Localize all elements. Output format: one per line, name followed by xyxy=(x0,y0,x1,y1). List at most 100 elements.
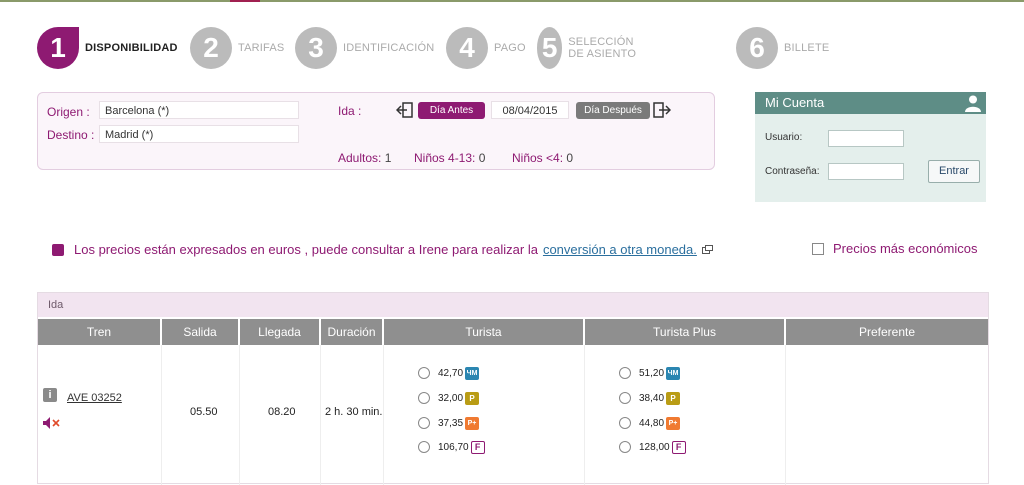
column-header-turista: Turista xyxy=(384,319,583,345)
username-label: Usuario: xyxy=(765,132,803,143)
column-divider xyxy=(383,345,384,485)
fare-price: 128,00 xyxy=(639,441,670,453)
fare-radio[interactable] xyxy=(619,441,631,453)
fare-radio[interactable] xyxy=(418,417,430,429)
step-identificacion: 3 IDENTIFICACIÓN xyxy=(295,27,434,69)
login-button[interactable]: Entrar xyxy=(928,160,980,183)
currency-info-text: Los precios están expresados en euros , … xyxy=(74,242,538,257)
arrival-time: 08.20 xyxy=(268,406,296,418)
prev-day-button[interactable]: Día Antes xyxy=(418,102,485,119)
step-billete: 6 BILLETE xyxy=(736,27,829,69)
column-divider xyxy=(320,345,321,485)
account-header: Mi Cuenta xyxy=(755,92,986,114)
step-number: 5 xyxy=(537,27,563,69)
step-number: 2 xyxy=(190,27,232,69)
step-number: 3 xyxy=(295,27,337,69)
step-label: TARIFAS xyxy=(238,42,285,54)
step-label: PAGO xyxy=(494,42,526,54)
fare-price: 44,80 xyxy=(639,417,665,429)
destination-label: Destino : xyxy=(47,128,95,142)
column-divider xyxy=(239,345,240,485)
mute-icon xyxy=(43,417,60,429)
column-header-preferente: Preferente xyxy=(786,319,988,345)
column-divider xyxy=(584,345,585,485)
adults-count: Adultos: 1 xyxy=(338,151,391,165)
fare-radio[interactable] xyxy=(619,392,631,404)
fare-radio[interactable] xyxy=(418,441,430,453)
kids-value: 0 xyxy=(478,151,486,165)
fare-price: 106,70 xyxy=(438,441,469,453)
fare-badge-icon: ЧМ xyxy=(666,366,681,380)
info-bullet-icon xyxy=(52,243,64,256)
step-label: SELECCIÓN DE ASIENTO xyxy=(568,36,637,60)
username-input[interactable] xyxy=(828,130,904,147)
adults-value: 1 xyxy=(384,151,392,165)
fare-badge-icon: ЧМ xyxy=(465,366,480,380)
currency-info: Los precios están expresados en euros , … xyxy=(52,242,713,257)
step-number: 1 xyxy=(37,27,79,69)
ida-label: Ida : xyxy=(338,104,362,118)
train-link[interactable]: AVE 03252 xyxy=(67,392,122,404)
infants-value: 0 xyxy=(566,151,574,165)
origin-label: Origen : xyxy=(47,105,90,119)
column-header-llegada: Llegada xyxy=(240,319,319,345)
infants-label: Niños <4: xyxy=(512,151,564,165)
step-tarifas: 2 TARIFAS xyxy=(190,27,284,69)
cheapest-checkbox[interactable] xyxy=(812,242,824,255)
fare-option[interactable]: 32,00 P xyxy=(418,390,480,406)
fare-option[interactable]: 37,35 P+ xyxy=(418,415,480,431)
column-header-turista-plus: Turista Plus xyxy=(585,319,784,345)
fare-option[interactable]: 38,40 P xyxy=(619,390,681,406)
fare-price: 37,35 xyxy=(438,417,464,429)
user-icon xyxy=(965,95,981,112)
account-title: Mi Cuenta xyxy=(765,95,825,110)
fare-option[interactable]: 106,70 F xyxy=(418,439,485,455)
info-icon[interactable]: i xyxy=(43,388,57,402)
fare-radio[interactable] xyxy=(418,392,430,404)
fare-option[interactable]: 128,00 F xyxy=(619,439,686,455)
fare-radio[interactable] xyxy=(619,417,631,429)
top-border xyxy=(0,0,1024,2)
next-day-arrow-icon[interactable] xyxy=(653,102,671,118)
fare-option[interactable]: 42,70 ЧМ xyxy=(418,365,480,381)
cheapest-prices-toggle[interactable]: Precios más económicos xyxy=(812,241,978,256)
fare-price: 51,20 xyxy=(639,367,665,379)
fare-radio[interactable] xyxy=(619,367,631,379)
trip-duration: 2 h. 30 min. xyxy=(325,406,383,418)
step-pago: 4 PAGO xyxy=(446,27,526,69)
results-table: Ida Tren Salida Llegada Duración Turista… xyxy=(37,292,989,485)
fare-badge-icon: F xyxy=(671,440,686,454)
next-day-button[interactable]: Día Después xyxy=(576,102,650,119)
kids-label: Niños 4-13: xyxy=(414,151,476,165)
fare-option[interactable]: 51,20 ЧМ xyxy=(619,365,681,381)
fare-option[interactable]: 44,80 P+ xyxy=(619,415,681,431)
fare-price: 42,70 xyxy=(438,367,464,379)
fare-badge-icon: P+ xyxy=(666,416,681,430)
password-input[interactable] xyxy=(828,163,904,180)
origin-field[interactable]: Barcelona (*) xyxy=(99,101,299,119)
external-window-icon[interactable] xyxy=(701,244,713,255)
account-panel: Mi Cuenta Usuario: Contraseña: xyxy=(755,92,986,202)
search-summary: Origen : Barcelona (*) Destino : Madrid … xyxy=(37,92,715,170)
destination-field[interactable]: Madrid (*) xyxy=(99,125,299,143)
infants-count: Niños <4: 0 xyxy=(512,151,573,165)
column-divider xyxy=(785,345,786,485)
step-seleccion-asiento: 5 SELECCIÓN DE ASIENTO xyxy=(537,27,650,69)
column-header-tren: Tren xyxy=(38,319,160,345)
fare-badge-icon: F xyxy=(470,440,485,454)
column-header-duracion: Duración xyxy=(321,319,382,345)
currency-conversion-link[interactable]: conversión a otra moneda. xyxy=(543,242,697,257)
adults-label: Adultos: xyxy=(338,151,382,165)
column-divider xyxy=(161,345,162,485)
password-label: Contraseña: xyxy=(765,166,820,177)
top-border-accent xyxy=(230,0,260,2)
column-header-salida: Salida xyxy=(162,319,238,345)
cheapest-label: Precios más económicos xyxy=(833,241,978,256)
date-field[interactable]: 08/04/2015 xyxy=(491,101,569,119)
prev-day-arrow-icon[interactable] xyxy=(396,102,414,118)
fare-badge-icon: P xyxy=(666,391,681,405)
kids-count: Niños 4-13: 0 xyxy=(414,151,485,165)
fare-price: 32,00 xyxy=(438,392,464,404)
fare-radio[interactable] xyxy=(418,367,430,379)
fare-badge-icon: P xyxy=(465,391,480,405)
